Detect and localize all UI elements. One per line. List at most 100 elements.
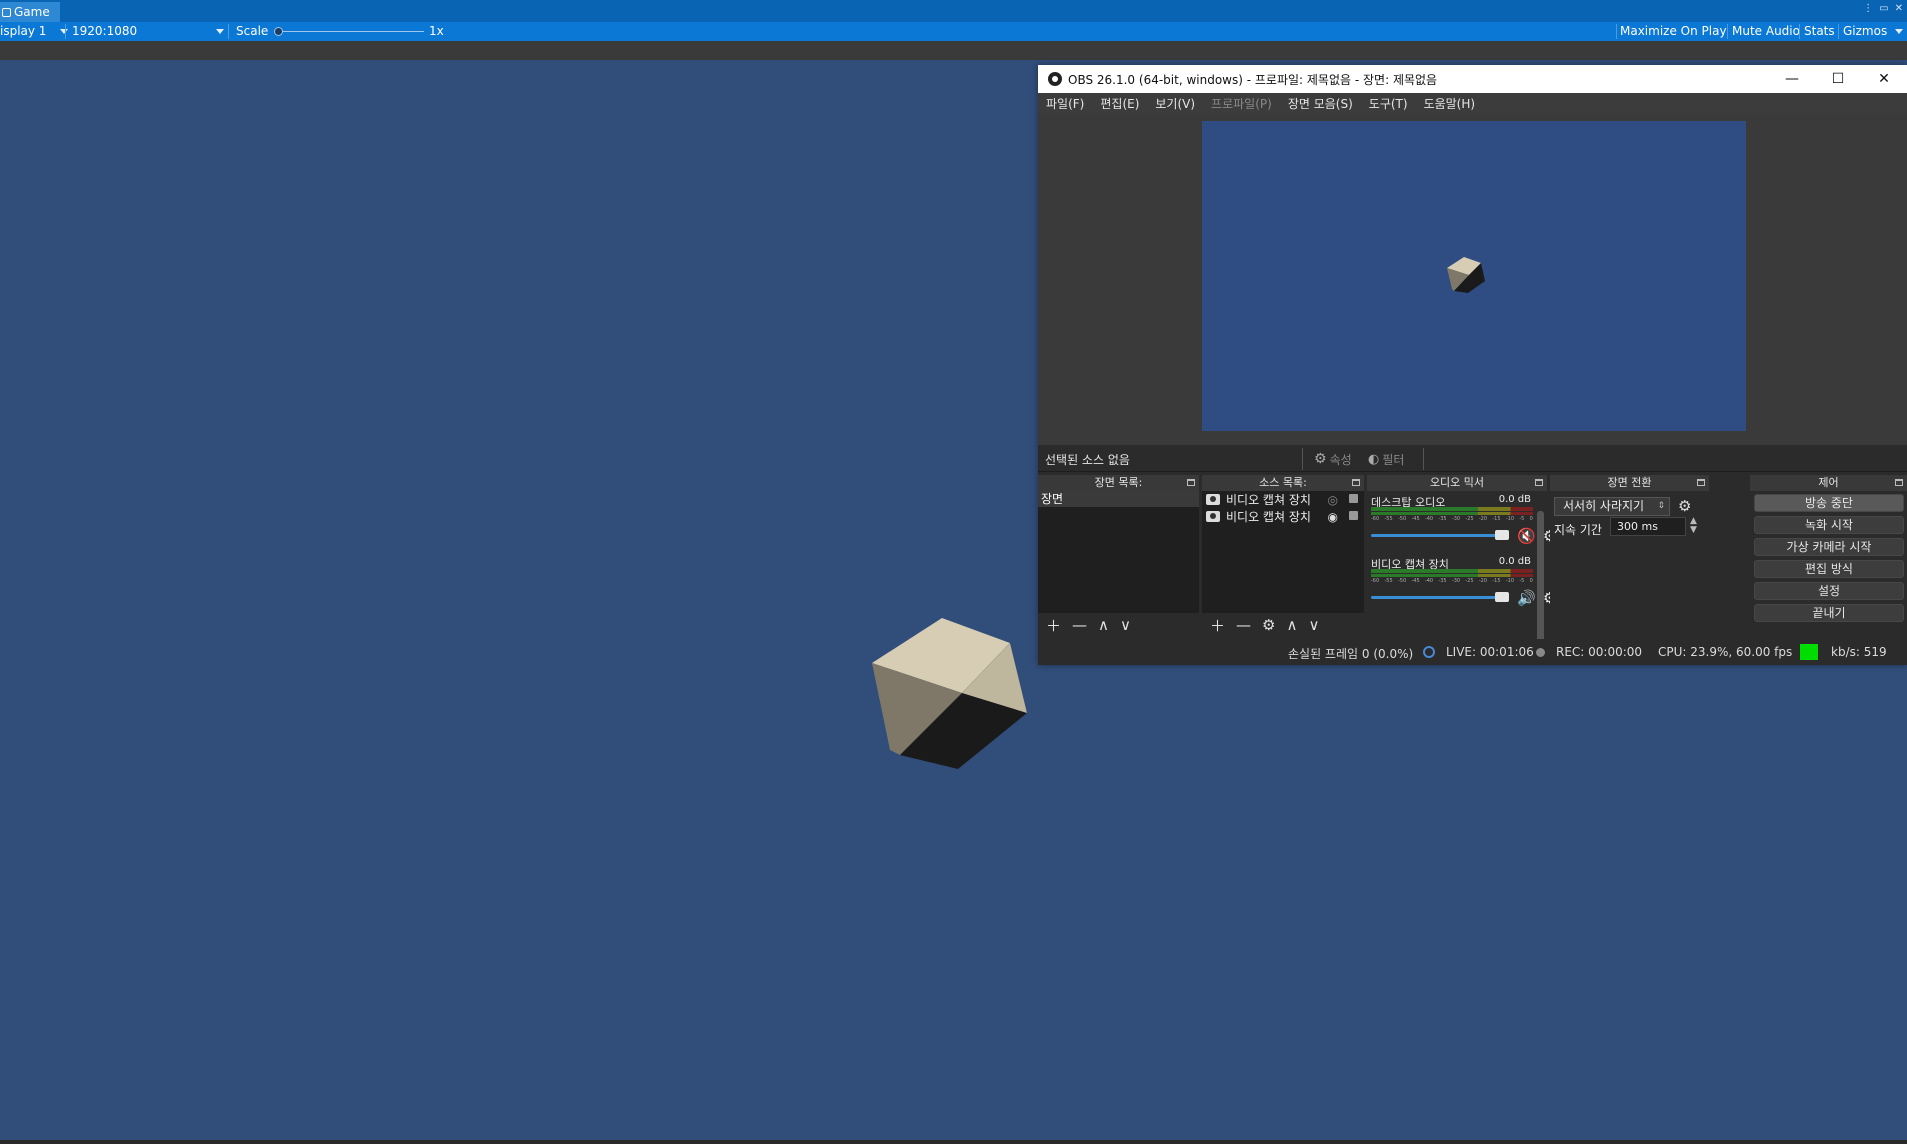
preview-scene [1447,257,1485,293]
toolbar-divider [1302,448,1303,470]
start-recording-button[interactable]: 녹화 시작 [1754,516,1904,534]
toolbar-divider [1727,24,1728,39]
filter-icon: ◐ [1368,451,1380,467]
mute-audio-toggle[interactable]: Mute Audio [1732,22,1800,41]
speaker-icon[interactable]: 🔊 [1517,589,1536,607]
preview-canvas[interactable] [1202,121,1746,431]
menu-file[interactable]: 파일(F) [1046,95,1084,112]
undock-icon[interactable] [1535,479,1543,486]
scene-item[interactable]: 장면 [1038,491,1199,507]
meter-tick: -15 [1492,516,1501,522]
gear-icon[interactable]: ⚙ [1678,497,1691,515]
move-down-icon[interactable]: ∨ [1308,616,1319,634]
undock-icon[interactable] [1895,479,1903,486]
transition-select[interactable]: 서서히 사라지기 ⇕ [1554,497,1670,516]
meter-tick: -55 [1384,516,1393,522]
dropped-frames: 손실된 프레임 0 (0.0%) [1288,647,1414,661]
volume-slider-thumb[interactable] [1495,592,1509,602]
mixer-title: 오디오 믹서 [1429,476,1485,489]
volume-slider[interactable] [1371,596,1509,599]
close-tab-icon[interactable]: ✕ [1895,3,1903,14]
bitrate: kb/s: 519 [1831,645,1887,659]
menu-view[interactable]: 보기(V) [1155,95,1195,112]
lock-icon[interactable] [1349,494,1358,503]
controls-title: 제어 [1818,476,1839,489]
add-icon[interactable]: ＋ [1210,615,1225,636]
status-bar: 손실된 프레임 0 (0.0%) LIVE: 00:01:06 REC: 00:… [1038,639,1907,665]
gizmos-chevron-icon[interactable] [1895,29,1903,34]
lock-icon[interactable] [1349,511,1358,520]
meter-scale: -60 -55 -50 -45 -40 -35 -30 -25 -20 -15 … [1371,578,1533,587]
mixer-channel-desktop: 데스크탑 오디오 0.0 dB -60 -55 -50 -45 -40 -35 … [1367,491,1556,553]
speaker-muted-icon[interactable]: 🔇 [1517,527,1536,545]
gizmos-toggle[interactable]: Gizmos [1843,22,1887,41]
undock-icon[interactable] [1187,479,1195,486]
undock-icon[interactable] [1697,479,1705,486]
resolution-dropdown[interactable]: 1920:1080 [72,22,226,41]
start-virtual-camera-button[interactable]: 가상 카메라 시작 [1754,538,1904,556]
scale-value: 1x [429,24,444,38]
display-dropdown[interactable]: isplay 1 [0,22,69,41]
volume-slider-thumb[interactable] [1495,530,1509,540]
maximize-on-play-toggle[interactable]: Maximize On Play [1620,22,1727,41]
tab-window-controls: ⋮ ▭ ✕ [1863,3,1903,14]
game-tab-label: Game [14,5,50,19]
unity-tab-bar: Game ⋮ ▭ ✕ [0,0,1907,22]
move-down-icon[interactable]: ∨ [1120,616,1131,634]
eye-icon[interactable]: ◉ [1328,510,1338,524]
volume-meter [1371,569,1533,573]
gear-icon[interactable]: ⚙ [1262,616,1275,634]
spin-arrows-icon[interactable]: ▲ ▼ [1690,517,1697,535]
window-controls: — ☐ ✕ [1769,65,1907,93]
duration-spinbox[interactable]: 300 ms [1610,517,1686,536]
maximize-button[interactable]: ☐ [1815,65,1861,93]
settings-button[interactable]: 설정 [1754,582,1904,600]
minimize-button[interactable]: — [1769,65,1815,93]
source-toolbar: 선택된 소스 없음 ⚙ 속성 ◐ 필터 [1038,445,1907,472]
menu-scene-collection[interactable]: 장면 모음(S) [1288,95,1353,112]
rec-dot-icon [1536,648,1545,657]
properties-button[interactable]: ⚙ 속성 [1314,449,1352,469]
more-options-icon[interactable]: ⋮ [1863,3,1873,14]
remove-icon[interactable]: — [1072,616,1087,634]
cpu-fps: CPU: 23.9%, 60.00 fps [1658,645,1793,659]
add-icon[interactable]: ＋ [1046,615,1061,636]
obs-title-bar[interactable]: OBS 26.1.0 (64-bit, windows) - 프로파일: 제목없… [1038,65,1907,93]
scale-slider-thumb[interactable] [274,27,283,36]
mixer-channel-video-capture: 비디오 캡쳐 장치 0.0 dB -60 -55 -50 -45 -40 -35… [1367,553,1556,615]
scale-slider-track[interactable] [276,31,424,32]
menu-help[interactable]: 도움말(H) [1424,95,1476,112]
menu-edit[interactable]: 편집(E) [1100,95,1139,112]
controls-header: 제어 [1750,475,1907,491]
eye-hidden-icon[interactable]: ◎ [1328,493,1338,507]
preview-cube [1447,257,1485,293]
meter-tick: -50 [1397,578,1407,584]
menu-tools[interactable]: 도구(T) [1369,95,1408,112]
live-time: LIVE: 00:01:06 [1446,645,1534,659]
move-up-icon[interactable]: ∧ [1098,616,1109,634]
move-up-icon[interactable]: ∧ [1286,616,1297,634]
stats-toggle[interactable]: Stats [1804,22,1835,41]
filters-label: 필터 [1382,452,1405,467]
exit-button[interactable]: 끝내기 [1754,604,1904,622]
preview-area [1038,113,1907,445]
filters-button[interactable]: ◐ 필터 [1368,449,1404,469]
undock-icon[interactable] [1352,479,1360,486]
studio-mode-button[interactable]: 편집 방식 [1754,560,1904,578]
restore-icon[interactable]: ▭ [1879,3,1888,14]
game-tab[interactable]: Game [0,2,60,22]
source-item[interactable]: 비디오 캡쳐 장치 ◉ [1202,508,1364,525]
no-source-selected-label: 선택된 소스 없음 [1045,453,1130,467]
transitions-header: 장면 전환 [1550,475,1709,491]
meter-tick: -10 [1505,516,1515,522]
game-view-icon [2,7,11,17]
remove-icon[interactable]: — [1236,616,1251,634]
volume-slider[interactable] [1371,534,1509,537]
mixer-scrollbar[interactable] [1537,511,1544,647]
close-button[interactable]: ✕ [1861,65,1907,93]
source-item[interactable]: 비디오 캡쳐 장치 ◎ [1202,491,1364,508]
meter-tick: -25 [1465,578,1474,584]
game-view-bottom-border [0,1140,1907,1144]
stop-streaming-button[interactable]: 방송 중단 [1754,494,1904,512]
rec-time: REC: 00:00:00 [1556,645,1643,659]
